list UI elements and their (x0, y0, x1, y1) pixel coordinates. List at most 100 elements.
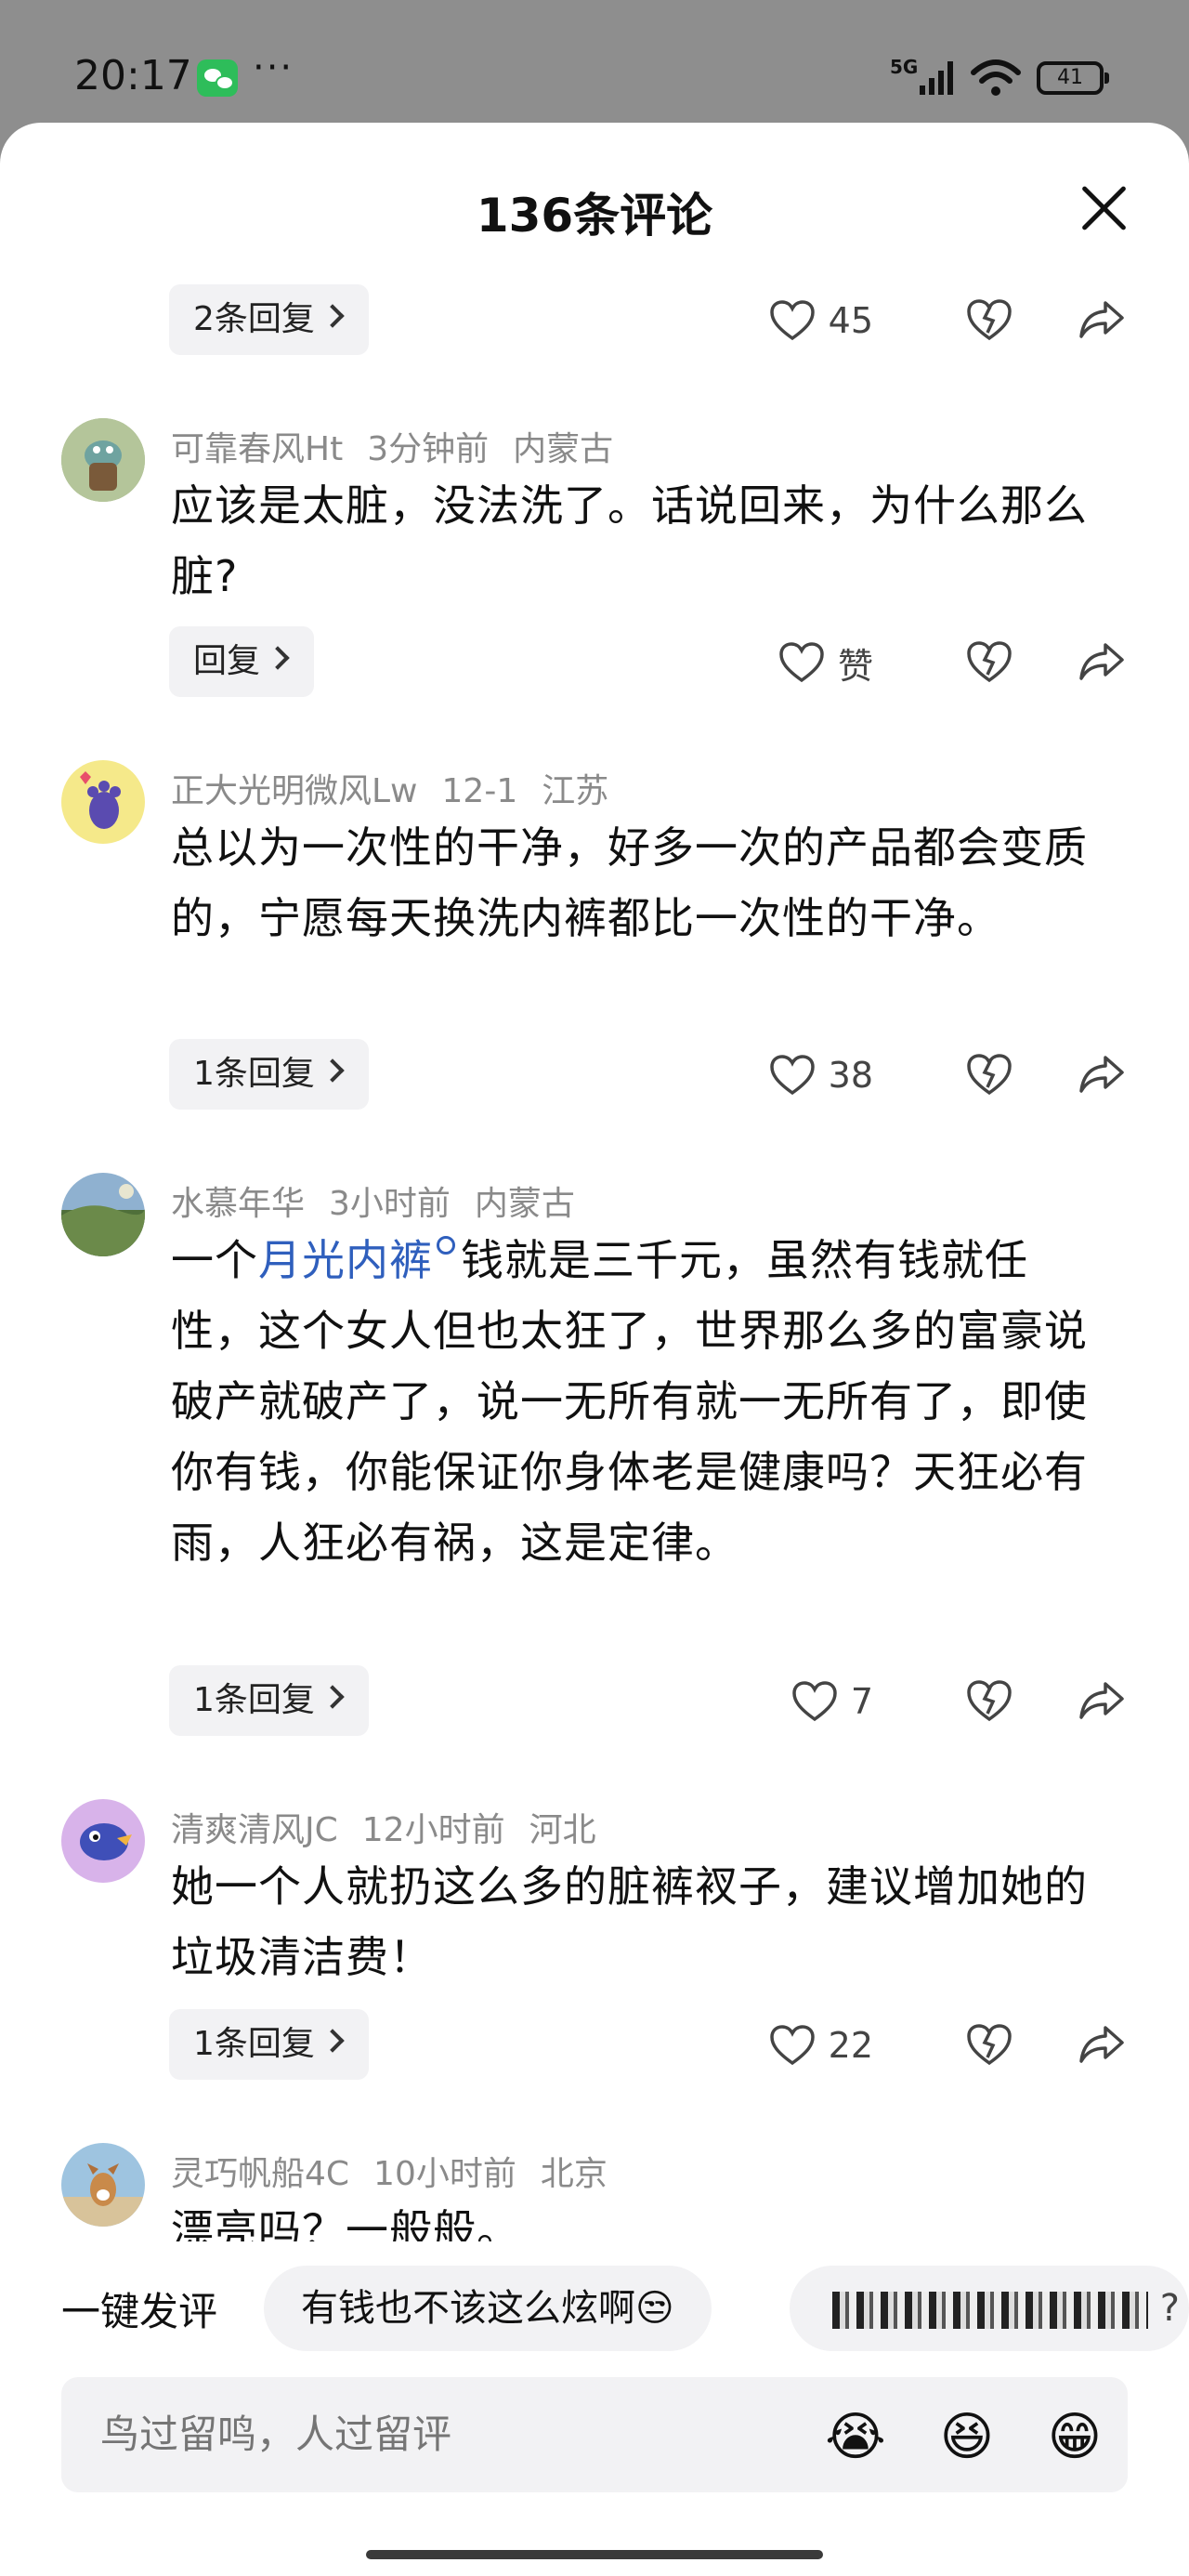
username[interactable]: 清爽清风JC (171, 1811, 338, 1849)
comment-time: 3分钟前 (367, 430, 490, 468)
share-icon[interactable] (1078, 639, 1126, 684)
comment-time: 12小时前 (361, 1811, 505, 1849)
comment-actions: 赞 (743, 626, 1152, 697)
share-icon[interactable] (1078, 1678, 1126, 1723)
emoji-beaming-icon[interactable]: 😁 (1042, 2405, 1107, 2470)
heart-icon (769, 2025, 815, 2066)
comment-location: 江苏 (542, 772, 609, 810)
comment-meta: 清爽清风JC 12小时前 河北 (171, 1803, 621, 1851)
comment-text[interactable]: 应该是太脏，没法洗了。话说回来，为什么那么脏? (171, 470, 1100, 611)
comment-location: 内蒙古 (474, 1185, 575, 1223)
comment-input[interactable] (98, 2411, 752, 2458)
dislike-icon[interactable] (966, 297, 1013, 342)
avatar[interactable] (61, 418, 145, 502)
avatar[interactable] (61, 760, 145, 844)
signal-icon (920, 61, 953, 95)
emoji-grinning-icon[interactable]: 😆 (934, 2405, 1000, 2470)
share-icon[interactable] (1078, 297, 1126, 342)
avatar-image (61, 418, 145, 502)
status-bar: 20:17 ··· 5G 41 (0, 0, 1189, 123)
keyword-link-label: 月光内裤 (258, 1235, 433, 1285)
reply-chip-label: 1条回复 (193, 2025, 315, 2063)
like-count: 45 (828, 300, 873, 341)
like-button[interactable]: 45 (769, 297, 873, 344)
view-replies-button[interactable]: 1条回复 (169, 2009, 369, 2080)
comment-location: 内蒙古 (513, 430, 614, 468)
chevron-right-icon (320, 1058, 345, 1083)
like-button[interactable]: 7 (791, 1678, 873, 1725)
avatar-image (61, 2143, 145, 2227)
avatar[interactable] (61, 1799, 145, 1883)
comment-actions: 22 (743, 2009, 1152, 2080)
comment-location: 河北 (529, 1811, 596, 1849)
avatar[interactable] (61, 2143, 145, 2227)
heart-icon (769, 300, 815, 341)
quick-comment-chip-label: ? (1159, 2287, 1180, 2330)
share-icon[interactable] (1078, 1052, 1126, 1097)
share-icon[interactable] (1078, 2022, 1126, 2067)
comment-text-part: 一个 (171, 1235, 258, 1285)
avatar-image (61, 760, 145, 844)
view-replies-button[interactable]: 1条回复 (169, 1665, 369, 1736)
heart-icon (792, 1681, 837, 1722)
like-count: 22 (828, 2025, 873, 2066)
like-count: 赞 (837, 645, 873, 687)
quick-comment-label: 一键发评 (61, 2289, 218, 2334)
chevron-right-icon (320, 2029, 345, 2053)
comments-sheet: 136条评论 2条回复 45 可靠春风Ht 3分钟前 内蒙古 应该是太脏，没法洗了。… (0, 123, 1189, 2576)
avatar[interactable] (61, 1173, 145, 1256)
reply-button[interactable]: 回复 (169, 626, 315, 697)
emoji-crying-laughing-icon[interactable]: 😭 (823, 2405, 888, 2470)
heart-icon (769, 1055, 815, 1096)
wechat-icon (197, 59, 238, 97)
comment-time: 12-1 (441, 772, 518, 810)
reply-chip-label: 1条回复 (193, 1055, 315, 1093)
home-indicator[interactable] (366, 2550, 823, 2559)
username[interactable]: 水慕年华 (171, 1185, 305, 1223)
clock: 20:17 (74, 52, 192, 99)
like-count: 7 (850, 1681, 873, 1722)
username[interactable]: 灵巧帆船4C (171, 2155, 349, 2193)
like-button[interactable]: 赞 (778, 639, 873, 687)
heart-icon (779, 642, 824, 683)
network-type: 5G (890, 56, 919, 78)
view-replies-button[interactable]: 1条回复 (169, 1039, 369, 1110)
dislike-icon[interactable] (966, 1678, 1013, 1723)
like-button[interactable]: 38 (769, 1052, 873, 1098)
dislike-icon[interactable] (966, 639, 1013, 684)
comment-input-bar: 😭 😆 😁 (61, 2377, 1128, 2492)
like-button[interactable]: 22 (769, 2022, 873, 2069)
comment-time: 10小时前 (373, 2155, 516, 2193)
reply-chip-label: 回复 (193, 642, 261, 680)
more-notifications-icon: ··· (253, 46, 294, 89)
comment-actions: 7 (743, 1665, 1152, 1736)
comment-text[interactable]: 她一个人就扔这么多的脏裤衩子，建议增加她的垃圾清洁费！ (171, 1851, 1100, 1992)
dislike-icon[interactable] (966, 1052, 1013, 1097)
like-count: 38 (828, 1055, 873, 1096)
battery-icon: 41 (1037, 61, 1109, 95)
avatar-image (61, 1799, 145, 1883)
comment-text[interactable]: 总以为一次性的干净，好多一次的产品都会变质的，宁愿每天换洗内裤都比一次性的干净。 (171, 812, 1100, 953)
username[interactable]: 正大光明微风Lw (171, 772, 418, 810)
comment-time: 3小时前 (329, 1185, 451, 1223)
wifi-icon (971, 59, 1021, 96)
username[interactable]: 可靠春风Ht (171, 430, 343, 468)
comment-actions: 38 (743, 1039, 1152, 1110)
comment-meta: 正大光明微风Lw 12-1 江苏 (171, 764, 633, 812)
comment-meta: 水慕年华 3小时前 内蒙古 (171, 1176, 599, 1225)
keyword-search-link[interactable]: 月光内裤 (258, 1235, 461, 1285)
reply-chip-label: 1条回复 (193, 1681, 315, 1719)
reply-chip-label: 2条回复 (193, 300, 315, 338)
comment-text[interactable]: 漂亮吗？一般般。 (171, 2195, 1100, 2241)
comment-actions: 45 (743, 284, 1152, 355)
quick-comment-chip[interactable]: 有钱也不该这么炫啊😒 (264, 2266, 712, 2351)
comment-location: 北京 (540, 2155, 608, 2193)
view-replies-button[interactable]: 2条回复 (169, 284, 369, 355)
quick-comment-chip[interactable]: ? (790, 2266, 1189, 2351)
comment-meta: 可靠春风Ht 3分钟前 内蒙古 (171, 422, 637, 470)
comment-text[interactable]: 一个月光内裤 钱就是三千元，虽然有钱就任性，这个女人但也太狂了，世界那么多的富豪说… (171, 1225, 1100, 1578)
quick-comment-row: 一键发评 有钱也不该这么炫啊😒 ? (0, 2260, 1189, 2353)
dislike-icon[interactable] (966, 2022, 1013, 2067)
chevron-right-icon (320, 304, 345, 328)
comment-list[interactable]: 2条回复 45 可靠春风Ht 3分钟前 内蒙古 应该是太脏，没法洗了。话说回来，为什… (0, 123, 1189, 2241)
